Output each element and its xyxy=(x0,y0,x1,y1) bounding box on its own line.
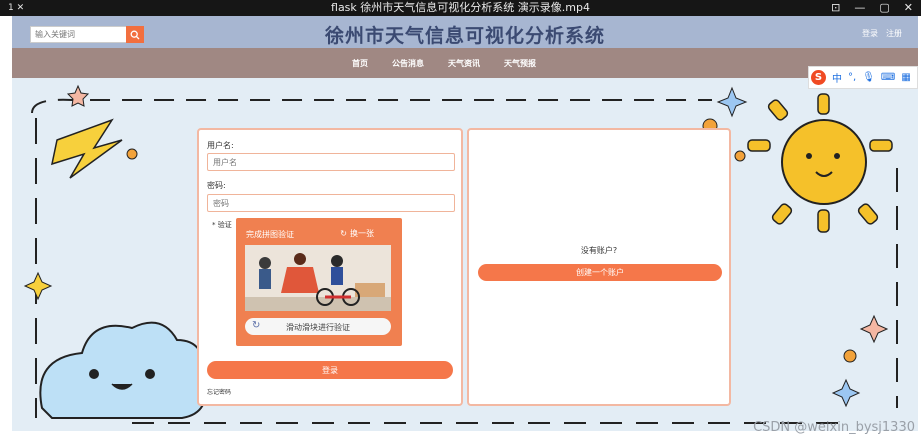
cartoon-weather-background xyxy=(23,84,898,424)
captcha-illustration xyxy=(245,245,391,311)
captcha-image xyxy=(245,245,391,311)
captcha-slider-text: 滑动滑块进行验证 xyxy=(286,323,350,332)
keyboard-icon[interactable]: ⌨ xyxy=(881,72,895,83)
captcha-refresh-button[interactable]: ↻ 换一张 xyxy=(340,228,374,239)
maximize-icon[interactable]: ▢ xyxy=(879,0,889,16)
window-controls: ⊡ — ▢ ✕ xyxy=(831,0,913,16)
captcha-label: * 验证 xyxy=(212,221,232,229)
login-button[interactable]: 登录 xyxy=(207,361,453,379)
captcha-refresh-label: 换一张 xyxy=(350,229,374,238)
register-panel: 没有账户? 创建一个账户 xyxy=(467,128,731,406)
nav-item-weather-forecast[interactable]: 天气预报 xyxy=(504,58,536,69)
puzzle-captcha: 完成拼图验证 ↻ 换一张 ↻ 滑动滑块进行验证 xyxy=(236,218,402,346)
nav-item-home[interactable]: 首页 xyxy=(352,58,368,69)
no-account-text: 没有账户? xyxy=(580,246,618,255)
site-title: 徐州市天气信息可视化分析系统 xyxy=(324,25,605,47)
main-nav: 首页 公告消息 天气资讯 天气预报 xyxy=(12,48,918,78)
refresh-icon: ↻ xyxy=(340,229,347,238)
login-link[interactable]: 登录 xyxy=(862,28,878,39)
csdn-watermark: CSDN @weixin_bysj1330 xyxy=(753,420,915,435)
auth-links: 登录 注册 xyxy=(862,28,902,39)
create-account-button[interactable]: 创建一个账户 xyxy=(478,264,722,281)
login-page-body: 用户名: 密码: * 验证 完成拼图验证 ↻ 换一张 xyxy=(12,78,918,431)
video-player-titlebar: 1 ✕ flask 徐州市天气信息可视化分析系统 演示录像.mp4 ⊡ — ▢ … xyxy=(0,0,921,16)
site-header: 徐州市天气信息可视化分析系统 登录 注册 xyxy=(12,16,918,48)
video-title: flask 徐州市天气信息可视化分析系统 演示录像.mp4 xyxy=(331,1,590,14)
login-panel: 用户名: 密码: * 验证 完成拼图验证 ↻ 换一张 xyxy=(197,128,463,406)
ime-logo-icon[interactable]: S xyxy=(811,70,826,85)
ime-punctuation-icon[interactable]: °, xyxy=(848,72,856,83)
username-input[interactable] xyxy=(207,153,455,171)
microphone-icon[interactable]: 🎙 xyxy=(862,72,875,83)
ime-toolbar: S 中 °, 🎙 ⌨ ▦ xyxy=(808,66,918,89)
apps-grid-icon[interactable]: ▦ xyxy=(901,72,910,83)
ime-language-toggle[interactable]: 中 xyxy=(832,70,842,85)
nav-item-announcements[interactable]: 公告消息 xyxy=(392,58,424,69)
forgot-password-link[interactable]: 忘记密码 xyxy=(207,387,231,396)
close-icon[interactable]: ✕ xyxy=(904,0,913,16)
nav-item-weather-news[interactable]: 天气资讯 xyxy=(448,58,480,69)
captcha-slider-track[interactable]: ↻ 滑动滑块进行验证 xyxy=(245,318,391,335)
password-input[interactable] xyxy=(207,194,455,212)
register-link[interactable]: 注册 xyxy=(886,28,902,39)
web-page-frame: 徐州市天气信息可视化分析系统 登录 注册 首页 公告消息 天气资讯 天气预报 xyxy=(12,16,918,431)
pin-icon[interactable]: ⊡ xyxy=(831,0,840,16)
username-label: 用户名: xyxy=(207,141,234,150)
password-label: 密码: xyxy=(207,181,226,190)
minimize-icon[interactable]: — xyxy=(854,0,865,16)
captcha-title: 完成拼图验证 xyxy=(246,230,294,239)
